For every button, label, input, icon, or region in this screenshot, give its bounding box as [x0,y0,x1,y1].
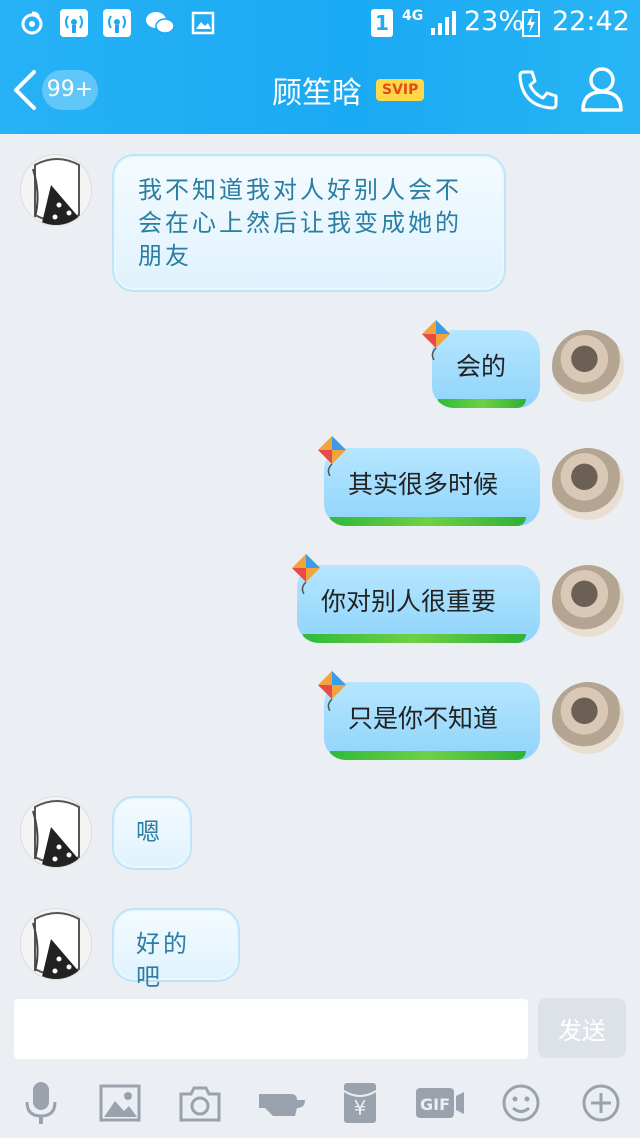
grass-decoration [303,634,526,643]
grass-decoration [330,751,526,760]
my-avatar[interactable] [552,682,624,754]
message-text: 嗯 [136,818,163,846]
battery-charging-icon [522,9,540,37]
kite-icon [290,554,322,595]
contact-avatar[interactable] [20,908,92,980]
top-bar: 1 4G 23% 22:42 99+ 顾笙晗 SVIP [0,0,640,134]
message-text: 会的 [456,352,507,381]
message-input[interactable] [14,999,528,1059]
battery-percent: 23% [464,6,525,37]
message-list[interactable]: 我不知道我对人好别人会不会在心上然后让我变成她的朋友 会的 其实很多时候 你对别… [0,134,640,994]
kite-icon [316,671,348,712]
sim-icon: 1 [371,9,393,37]
my-avatar[interactable] [552,448,624,520]
clock: 22:42 [552,6,630,37]
netease-music-icon [18,9,46,37]
status-bar: 1 4G 23% 22:42 [0,0,640,46]
message-bubble-right[interactable]: 你对别人很重要 [297,565,540,643]
wechat-icon [145,9,175,37]
back-arrow-icon[interactable] [10,68,40,112]
page-title[interactable]: 顾笙晗 [272,68,362,112]
gif-label: GIF [420,1095,450,1114]
message-text: 只是你不知道 [348,704,499,733]
contact-avatar[interactable] [20,796,92,868]
kite-icon [420,320,452,361]
svip-badge: SVIP [376,79,425,101]
contact-avatar[interactable] [20,154,92,226]
hongbao-hand-icon[interactable] [257,1080,307,1126]
send-button[interactable]: 发送 [538,998,626,1058]
image-icon[interactable] [97,1080,143,1126]
message-bubble-left[interactable]: 我不知道我对人好别人会不会在心上然后让我变成她的朋友 [112,154,506,292]
unread-count-badge[interactable]: 99+ [42,70,98,110]
chat-header: 99+ 顾笙晗 SVIP [0,46,640,134]
microphone-icon[interactable] [18,1080,64,1126]
message-text: 你对别人很重要 [321,587,497,616]
gif-icon[interactable]: GIF [414,1080,466,1126]
kite-icon [316,436,348,477]
red-packet-icon[interactable]: ¥ [337,1080,383,1126]
gallery-icon [190,9,216,37]
phone-icon[interactable] [516,68,560,112]
camera-icon[interactable] [177,1080,223,1126]
message-bubble-left[interactable]: 好的吧 [112,908,240,991]
profile-icon[interactable] [580,66,624,112]
message-bubble-right[interactable]: 只是你不知道 [324,682,540,760]
message-text: 其实很多时候 [348,470,499,499]
input-toolbar: ¥ GIF [0,1066,640,1138]
grass-decoration [438,399,526,408]
message-bubble-left[interactable]: 嗯 [112,796,192,870]
message-text: 好的吧 [136,930,190,991]
grass-decoration [330,517,526,526]
network-type: 4G [402,8,424,24]
my-avatar[interactable] [552,565,624,637]
hotspot-icon [60,9,88,37]
emoji-icon[interactable] [498,1080,544,1126]
plus-icon[interactable] [578,1080,624,1126]
hotspot-icon-2 [103,9,131,37]
signal-icon [430,9,456,37]
money-symbol: ¥ [354,1096,367,1120]
message-bubble-right[interactable]: 其实很多时候 [324,448,540,526]
composer: 发送 [0,994,640,1066]
my-avatar[interactable] [552,330,624,402]
message-text: 我不知道我对人好别人会不会在心上然后让我变成她的朋友 [138,176,462,270]
